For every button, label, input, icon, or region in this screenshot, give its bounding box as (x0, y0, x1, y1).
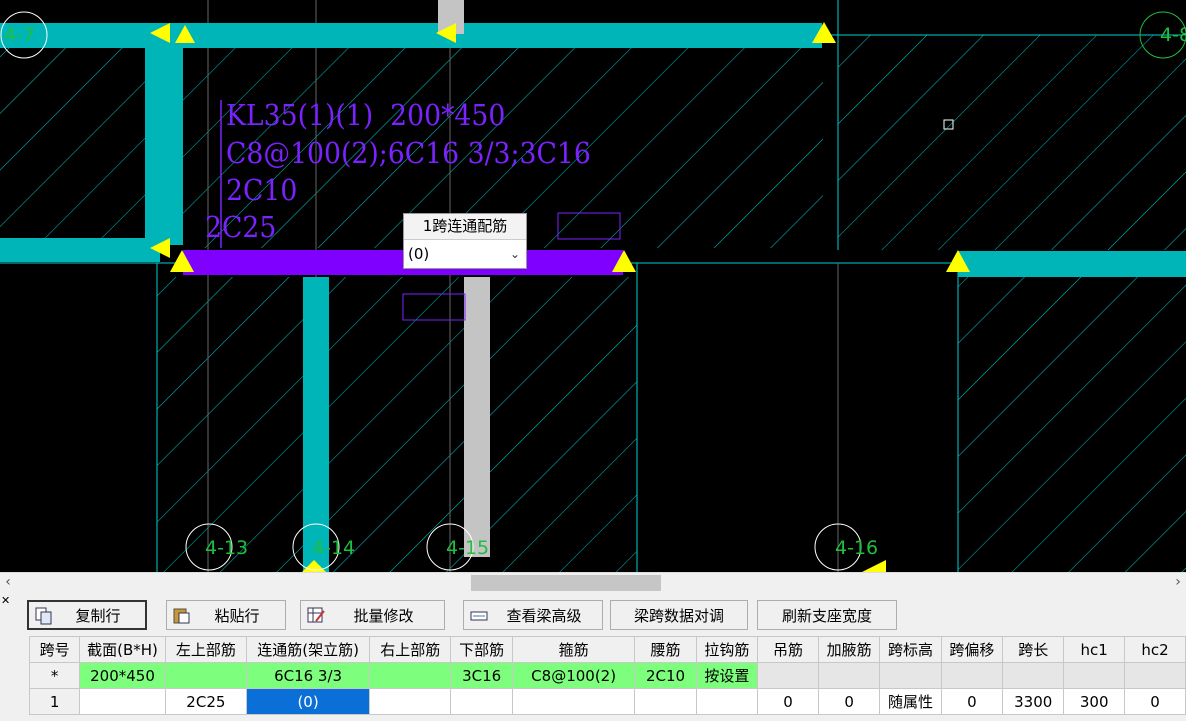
table-cell[interactable]: 3300 (1002, 688, 1065, 715)
table-row: 1 2C25 (0) 0 0 随属性 0 3300 300 0 (28, 688, 1186, 715)
table-cell[interactable]: 随属性 (879, 688, 942, 715)
slab-hatch (958, 277, 1186, 572)
header-left-top-rebar[interactable]: 左上部筋 (164, 636, 247, 663)
view-beam-grade-button[interactable]: 查看梁高级 (463, 600, 603, 630)
beam-annotation-waist-rebar[interactable]: 2C10 (226, 176, 297, 205)
batch-edit-button[interactable]: 批量修改 (300, 600, 445, 630)
table-cell[interactable]: 2C25 (164, 688, 247, 715)
header-span-no[interactable]: 跨号 (28, 636, 81, 663)
table-header-row: 跨号 截面(B*H) 左上部筋 连通筋(架立筋) 右上部筋 下部筋 箍筋 腰筋 … (28, 636, 1186, 663)
table-cell[interactable]: 0 (817, 688, 881, 715)
scroll-left-icon[interactable]: ‹ (0, 573, 16, 592)
table-cell[interactable] (879, 662, 942, 689)
axis-label-4-15: 4-15 (446, 537, 490, 559)
header-section[interactable]: 截面(B*H) (79, 636, 166, 663)
beam-edit-panel: ✕ 复制行 粘贴行 批量修改 查看梁高级 梁跨数据对调 刷新支座宽度 跨号 截面… (0, 591, 1186, 721)
span-data-align-label: 梁跨数据对调 (633, 606, 724, 625)
beam-view-icon (470, 611, 488, 621)
table-cell[interactable] (757, 662, 819, 689)
table-row-summary: * 200*450 6C16 3/3 3C16 C8@100(2) 2C10 按… (28, 662, 1186, 689)
chevron-down-icon[interactable]: ⌄ (510, 240, 520, 268)
table-cell[interactable]: C8@100(2) (511, 662, 636, 689)
table-cell[interactable]: 0 (1124, 688, 1186, 715)
table-cell[interactable]: 0 (940, 688, 1004, 715)
table-cell[interactable] (634, 688, 697, 715)
table-cell[interactable] (369, 662, 452, 689)
refresh-support-width-button[interactable]: 刷新支座宽度 (757, 600, 897, 630)
table-cell[interactable]: 6C16 3/3 (245, 662, 371, 689)
table-cell[interactable]: 按设置 (695, 662, 759, 689)
axis-label-4-7: 4-7 (4, 24, 36, 46)
table-cell[interactable] (940, 662, 1004, 689)
table-cell[interactable] (79, 688, 166, 715)
drawing-layer (0, 0, 1186, 572)
table-cell[interactable] (369, 688, 452, 715)
paste-icon (173, 608, 190, 624)
horizontal-scrollbar[interactable]: ‹ › (0, 572, 1186, 592)
beam-annotation-name-section[interactable]: KL35(1)(1) 200*450 (226, 101, 505, 130)
copy-icon (35, 607, 52, 625)
header-bottom-rebar[interactable]: 下部筋 (450, 636, 513, 663)
span-continuous-rebar-popup: 1跨连通配筋 (0) ⌄ (403, 213, 527, 269)
table-cell[interactable]: 0 (757, 688, 819, 715)
beam-span-table: 跨号 截面(B*H) 左上部筋 连通筋(架立筋) 右上部筋 下部筋 箍筋 腰筋 … (28, 636, 1186, 715)
view-beam-grade-label: 查看梁高级 (506, 606, 582, 625)
popup-rebar-select[interactable]: (0) ⌄ (404, 240, 526, 268)
axis-label-4-13: 4-13 (205, 537, 249, 559)
axis-label-4-14: 4-14 (312, 537, 356, 559)
table-cell[interactable] (450, 688, 513, 715)
table-cell[interactable] (1124, 662, 1186, 689)
slab-hatch (0, 48, 145, 238)
table-cell[interactable]: 300 (1063, 688, 1126, 715)
header-waist-rebar[interactable]: 腰筋 (634, 636, 697, 663)
table-cell[interactable] (817, 662, 881, 689)
table-cell[interactable] (511, 688, 636, 715)
slab-hatch (838, 35, 1186, 250)
table-cell[interactable] (1063, 662, 1126, 689)
table-cell[interactable] (695, 688, 759, 715)
table-cell[interactable] (164, 662, 247, 689)
header-span-offset[interactable]: 跨偏移 (940, 636, 1004, 663)
header-tie-rebar[interactable]: 拉钩筋 (695, 636, 759, 663)
edit-table-icon (307, 607, 325, 623)
table-cell[interactable]: 2C10 (634, 662, 697, 689)
paste-row-button[interactable]: 粘贴行 (166, 600, 286, 630)
paste-row-label: 粘贴行 (214, 606, 260, 625)
header-haunch-rebar[interactable]: 加腋筋 (817, 636, 881, 663)
header-hc1[interactable]: hc1 (1063, 636, 1126, 663)
header-hc2[interactable]: hc2 (1124, 636, 1186, 663)
table-cell[interactable]: * (28, 662, 81, 689)
table-cell[interactable] (1002, 662, 1065, 689)
beam-annotation-stirrup-rebar[interactable]: C8@100(2);6C16 3/3;3C16 (226, 139, 591, 168)
header-continuous-rebar[interactable]: 连通筋(架立筋) (245, 636, 371, 663)
header-span-elevation[interactable]: 跨标高 (879, 636, 942, 663)
table-cell[interactable]: 1 (28, 688, 81, 715)
header-hanger-rebar[interactable]: 吊筋 (757, 636, 819, 663)
batch-edit-label: 批量修改 (353, 606, 414, 625)
header-stirrup[interactable]: 箍筋 (511, 636, 636, 663)
popup-title: 1跨连通配筋 (404, 214, 526, 240)
span-data-align-button[interactable]: 梁跨数据对调 (610, 600, 748, 630)
close-icon[interactable]: ✕ (1, 594, 10, 607)
copy-row-label: 复制行 (75, 606, 121, 625)
table-cell[interactable]: 3C16 (450, 662, 513, 689)
table-cell[interactable]: 200*450 (79, 662, 166, 689)
scroll-thumb[interactable] (471, 575, 661, 591)
cad-drawing-canvas[interactable]: 4-7 4-8 4-13 4-14 4-15 4-16 KL35(1)(1) 2… (0, 0, 1186, 572)
table-cell-selected[interactable]: (0) (245, 688, 371, 715)
slab-hatch (157, 277, 637, 572)
axis-label-4-16: 4-16 (835, 537, 879, 559)
popup-select-value: (0) (408, 245, 430, 263)
beam-annotation-left-top-rebar[interactable]: 2C25 (205, 213, 276, 242)
header-span-length[interactable]: 跨长 (1002, 636, 1065, 663)
scroll-right-icon[interactable]: › (1170, 573, 1186, 592)
header-right-top-rebar[interactable]: 右上部筋 (369, 636, 452, 663)
copy-row-button[interactable]: 复制行 (27, 600, 147, 630)
refresh-support-width-label: 刷新支座宽度 (781, 606, 872, 625)
axis-label-4-8: 4-8 (1160, 24, 1186, 46)
